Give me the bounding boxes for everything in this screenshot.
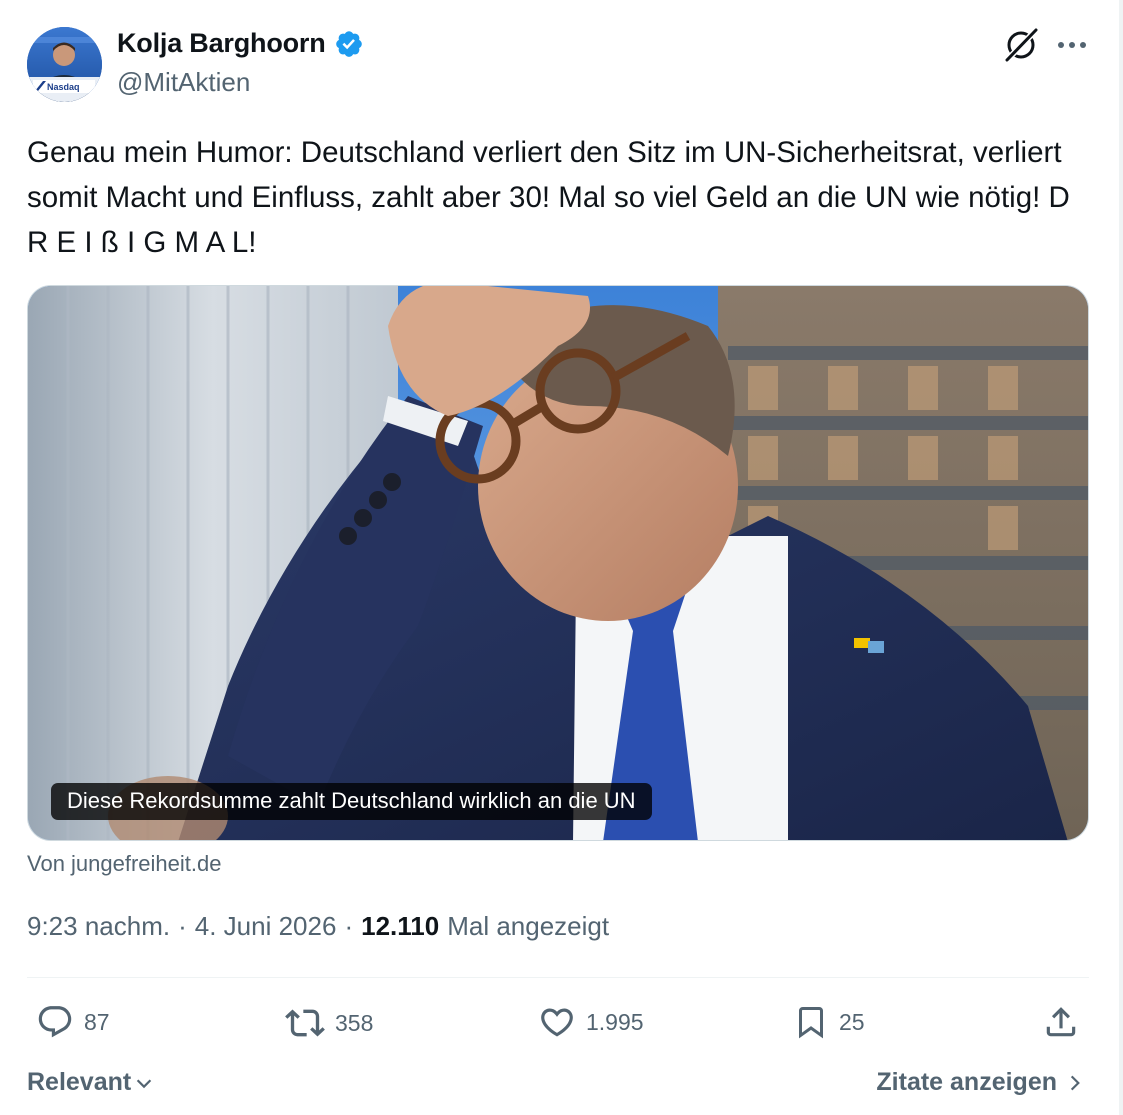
sort-label: Relevant	[27, 1068, 132, 1096]
meta-separator: ·	[178, 911, 187, 941]
sort-replies-button[interactable]: Relevant	[27, 1068, 155, 1097]
like-count: 1.995	[586, 1008, 644, 1035]
share-icon	[1046, 1007, 1076, 1037]
avatar-image: Nasdaq	[27, 27, 102, 102]
repost-count: 358	[335, 1009, 374, 1036]
reply-count: 87	[84, 1008, 110, 1035]
avatar-badge-text: Nasdaq	[47, 82, 80, 92]
divider	[27, 977, 1089, 978]
share-button[interactable]	[1042, 1003, 1080, 1041]
author-handle[interactable]: @MitAktien	[117, 67, 250, 98]
meta-separator: ·	[344, 911, 354, 941]
like-icon	[541, 1008, 573, 1037]
bookmark-button[interactable]: 25	[793, 1003, 865, 1041]
chevron-right-icon	[1070, 1075, 1080, 1090]
repost-button[interactable]: 358	[285, 1003, 373, 1043]
quotes-label: Zitate anzeigen	[876, 1068, 1057, 1096]
grok-icon[interactable]	[1002, 26, 1040, 64]
view-quotes-link[interactable]: Zitate anzeigen	[876, 1068, 1085, 1097]
link-card-media[interactable]: Diese Rekordsumme zahlt Deutschland wirk…	[27, 285, 1089, 841]
author-name-row[interactable]: Kolja Barghoorn	[117, 28, 364, 59]
link-source[interactable]: Von jungefreiheit.de	[27, 851, 222, 877]
tweet-meta: 9:23 nachm. · 4. Juni 2026 · 12.110 Mal …	[27, 911, 609, 942]
reply-icon	[38, 1006, 72, 1038]
verified-badge-icon	[335, 30, 362, 57]
views-count: 12.110	[361, 911, 440, 941]
more-icon[interactable]	[1055, 30, 1089, 60]
tweet-time[interactable]: 9:23 nachm.	[27, 911, 170, 942]
bookmark-count: 25	[839, 1008, 865, 1035]
chevron-down-icon	[137, 1078, 152, 1088]
tweet-date[interactable]: 4. Juni 2026	[195, 911, 337, 942]
media-caption: Diese Rekordsumme zahlt Deutschland wirk…	[51, 783, 652, 820]
tweet-text: Genau mein Humor: Deutschland verliert d…	[27, 136, 1070, 259]
bookmark-icon	[799, 1007, 823, 1039]
views-label: Mal angezeigt	[447, 911, 610, 941]
author-name[interactable]: Kolja Barghoorn	[117, 28, 326, 59]
like-button[interactable]: 1.995	[538, 1003, 644, 1041]
page-right-border	[1119, 0, 1123, 1115]
reply-button[interactable]: 87	[36, 1003, 110, 1041]
avatar[interactable]: Nasdaq	[27, 27, 102, 102]
news-photo	[28, 286, 1088, 840]
retweet-icon	[285, 1009, 325, 1037]
